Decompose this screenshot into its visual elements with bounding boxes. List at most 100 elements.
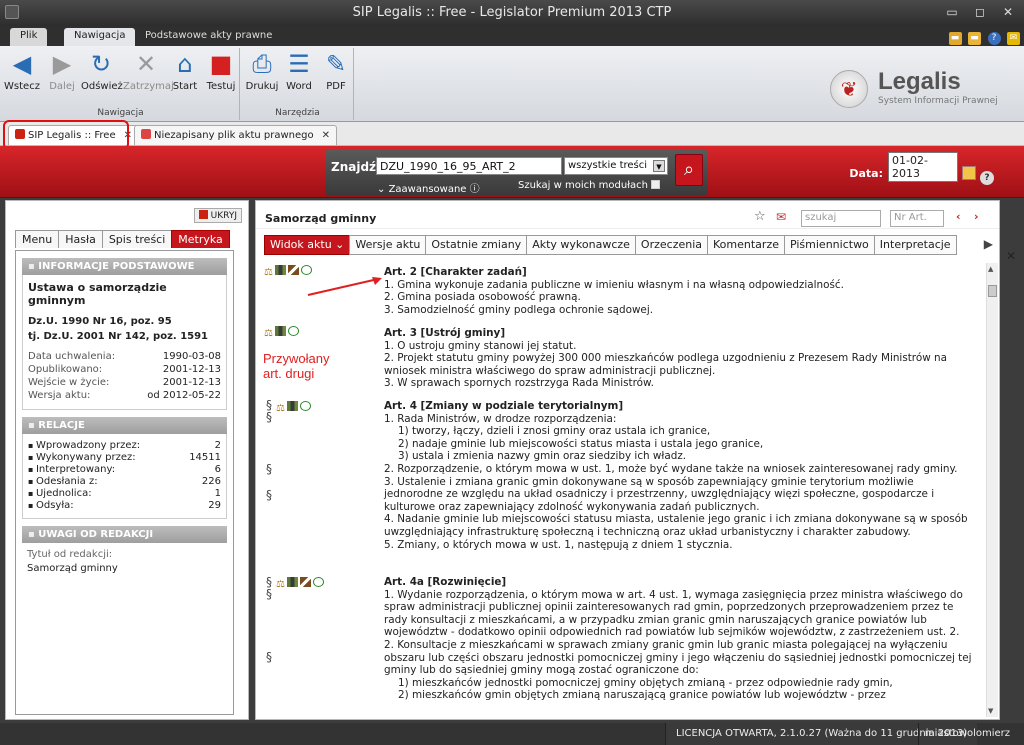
stop-button[interactable]: ✕ Zatrzymaj: [123, 50, 174, 92]
logo-name: Legalis: [878, 68, 961, 95]
new-folder-icon[interactable]: ▬: [968, 32, 981, 45]
tab-ostatnie-zmiany[interactable]: Ostatnie zmiany: [425, 235, 528, 255]
paragraph-mark-icon[interactable]: §: [266, 588, 272, 601]
tab-orzeczenia[interactable]: Orzeczenia: [634, 235, 709, 255]
info-value: 2001-12-13: [162, 377, 221, 388]
test-button[interactable]: ■ Testuj: [201, 51, 241, 92]
calendar-icon[interactable]: [962, 166, 976, 180]
history-clock-icon[interactable]: [299, 401, 311, 411]
books-icon[interactable]: [274, 265, 286, 275]
scales-icon[interactable]: ⚖: [276, 579, 285, 590]
help-icon[interactable]: ?: [987, 32, 1001, 45]
more-tabs-arrow-icon[interactable]: ▶: [984, 237, 993, 251]
main-header: Samorząd gminny ☆ ✉ szukaj Nr Art. ‹ ›: [256, 201, 999, 229]
tab-akty-wykonawcze[interactable]: Akty wykonawcze: [526, 235, 636, 255]
advanced-toggle[interactable]: ⌄ Zaawansowane ⓘ: [377, 180, 480, 195]
tab-pismiennictwo[interactable]: Piśmiennictwo: [783, 235, 875, 255]
in-document-search-input[interactable]: szukaj: [801, 210, 881, 227]
search-input[interactable]: [376, 157, 562, 175]
back-button[interactable]: ◀ Wstecz: [2, 51, 42, 92]
start-button[interactable]: ⌂ Start: [165, 51, 205, 92]
help-icon[interactable]: ⓘ: [470, 184, 480, 195]
scroll-up-icon[interactable]: ▲: [988, 265, 993, 273]
paragraph-mark-icon[interactable]: §: [266, 489, 272, 502]
pdf-icon: ✎: [325, 50, 347, 78]
notes-header[interactable]: UWAGI OD REDAKCJI: [22, 526, 227, 543]
relation-row[interactable]: Interpretowany: 6: [28, 464, 221, 475]
print-button[interactable]: ⎙ Drukuj: [242, 51, 282, 92]
scroll-down-icon[interactable]: ▼: [988, 707, 993, 715]
scrollbar-thumb[interactable]: [988, 285, 997, 297]
books-icon[interactable]: [274, 326, 286, 336]
relation-row[interactable]: Wprowadzony przez: 2: [28, 440, 221, 451]
tab-nawigacja[interactable]: Nawigacja: [64, 28, 136, 46]
tab-interpretacje[interactable]: Interpretacje: [873, 235, 957, 255]
relation-row[interactable]: Odsyła: 29: [28, 500, 221, 511]
send-mail-icon[interactable]: ✉: [776, 210, 786, 224]
relation-row[interactable]: Odesłania z: 226: [28, 476, 221, 487]
ribbon: ◀ Wstecz ▶ Dalej ↻ Odśwież ✕ Zatrzymaj ⌂ Star…: [0, 46, 1024, 122]
hide-sidebar-button[interactable]: UKRYJ: [193, 208, 242, 223]
legalis-logo: ❦ Legalis System Informacji Prawnej: [830, 68, 1000, 112]
page-title: Samorząd gminny: [265, 212, 377, 225]
books-icon[interactable]: [286, 401, 298, 411]
refresh-button[interactable]: ↻ Odśwież: [81, 51, 123, 92]
my-modules-checkbox[interactable]: [651, 180, 660, 189]
date-input[interactable]: 01-02-2013: [888, 152, 958, 182]
relations-header[interactable]: RELACJE: [22, 417, 227, 434]
favorite-star-icon[interactable]: ☆: [754, 209, 766, 224]
history-clock-icon[interactable]: [287, 326, 299, 336]
doctab-unsaved[interactable]: Niezapisany plik aktu prawnego ✕: [134, 125, 338, 145]
chevron-down-icon: ⌄: [335, 238, 345, 251]
history-clock-icon[interactable]: [300, 265, 312, 275]
close-all-tabs-icon[interactable]: ✕: [1006, 249, 1016, 263]
word-button[interactable]: ☰ Word: [279, 51, 319, 92]
tab-widok-aktu[interactable]: Widok aktu ⌄: [264, 235, 351, 255]
info-header[interactable]: INFORMACJE PODSTAWOWE: [22, 258, 227, 275]
minimize-icon[interactable]: ▭: [942, 4, 962, 20]
article-number-input[interactable]: Nr Art.: [890, 210, 944, 227]
stop-icon: ✕: [135, 50, 157, 78]
maximize-icon[interactable]: ◻: [970, 4, 990, 20]
paragraph-mark-icon[interactable]: §: [266, 411, 272, 424]
folder-icon[interactable]: ▬: [948, 32, 962, 45]
tab-plik[interactable]: Plik: [10, 28, 48, 46]
tab-komentarze[interactable]: Komentarze: [707, 235, 785, 255]
next-arrow-icon[interactable]: ›: [974, 210, 979, 223]
tab-wersje-aktu[interactable]: Wersje aktu: [349, 235, 427, 255]
my-modules-option[interactable]: Szukaj w moich modułach: [518, 180, 660, 191]
relation-row[interactable]: Ujednolica: 1: [28, 488, 221, 499]
scales-icon[interactable]: ⚖: [264, 267, 273, 278]
history-clock-icon[interactable]: [312, 577, 324, 587]
metryka-panel: INFORMACJE PODSTAWOWE Ustawa o samorządz…: [15, 250, 234, 715]
sidebar-tab-spis-tresci[interactable]: Spis treści: [101, 230, 173, 248]
sidebar-tab-menu[interactable]: Menu: [15, 230, 60, 248]
previous-arrow-icon[interactable]: ‹: [956, 210, 961, 223]
annotation-line: art. drugi: [263, 366, 315, 381]
scales-icon[interactable]: ⚖: [264, 328, 273, 339]
chevron-down-icon[interactable]: ▼: [653, 160, 665, 172]
sidebar-tab-metryka[interactable]: Metryka: [171, 230, 230, 248]
relation-row[interactable]: Wykonywany przez: 14511: [28, 452, 221, 463]
scope-select[interactable]: wszystkie treści ▼: [564, 157, 668, 175]
gavel-icon[interactable]: [299, 577, 311, 587]
help-icon[interactable]: ?: [980, 171, 994, 185]
paragraph-mark-icon[interactable]: §: [266, 651, 272, 664]
close-icon[interactable]: ✕: [998, 4, 1018, 20]
gavel-icon[interactable]: [287, 265, 299, 275]
sidebar-tab-hasla[interactable]: Hasła: [58, 230, 103, 248]
user-name[interactable]: miastowolomierz: [917, 723, 1016, 745]
pdf-button[interactable]: ✎ PDF: [316, 51, 356, 92]
forward-button[interactable]: ▶ Dalej: [42, 51, 82, 92]
paragraph-mark-icon[interactable]: §: [266, 463, 272, 476]
close-tab-icon[interactable]: ✕: [322, 130, 330, 141]
tab-podstawowe-akty[interactable]: Podstawowe akty prawne: [135, 28, 282, 46]
search-button[interactable]: ⌕: [675, 154, 703, 186]
feedback-icon[interactable]: ✉: [1007, 32, 1020, 45]
act-content: ⚖ ⚖ § ⚖ § § § § ⚖ § § Przywołany art. dru…: [256, 261, 986, 719]
books-icon[interactable]: [286, 577, 298, 587]
content-scrollbar[interactable]: ▲ ▼: [986, 263, 998, 717]
scales-icon[interactable]: ⚖: [276, 403, 285, 414]
search-panel: Znajdź wszystkie treści ▼ ⌕ ⌄ Zaawansowan…: [325, 150, 708, 195]
article-heading: Art. 3 [Ustrój gminy]: [384, 327, 506, 339]
